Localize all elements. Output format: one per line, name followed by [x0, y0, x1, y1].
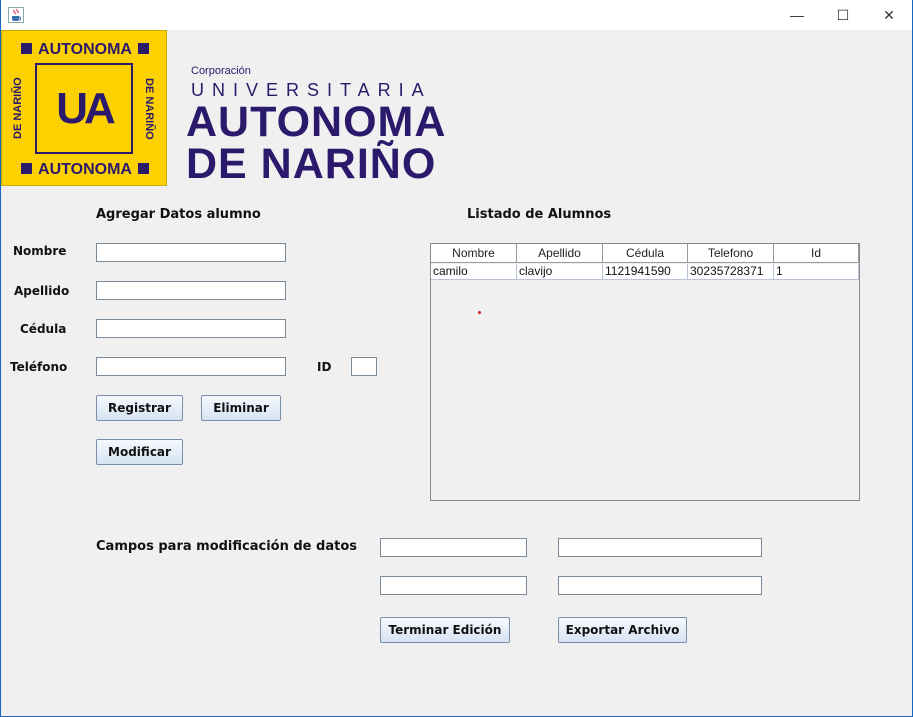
minimize-button[interactable]: — [774, 0, 820, 30]
red-marker-dot [478, 311, 481, 314]
apellido-input[interactable] [96, 281, 286, 300]
column-header-nombre[interactable]: Nombre [431, 244, 517, 263]
cell-nombre[interactable]: camilo [431, 264, 517, 280]
brand-narino: DE NARIÑO [186, 140, 437, 188]
brand-corporacion: Corporación [191, 65, 251, 77]
apellido-label: Apellido [14, 284, 70, 298]
column-header-cedula[interactable]: Cédula [603, 244, 688, 263]
terminar-edicion-button[interactable]: Terminar Edición [380, 617, 510, 643]
id-input[interactable] [351, 357, 377, 376]
add-form-title: Agregar Datos alumno [96, 207, 261, 222]
edit-field-3[interactable] [380, 576, 527, 595]
cedula-label: Cédula [20, 322, 67, 336]
cell-cedula[interactable]: 1121941590 [603, 264, 688, 280]
nombre-input[interactable] [96, 243, 286, 262]
id-label: ID [317, 360, 332, 374]
logo-top-label: AUTONOMA [2, 41, 168, 59]
telefono-label: Teléfono [10, 360, 68, 374]
exportar-archivo-button[interactable]: Exportar Archivo [558, 617, 687, 643]
column-header-apellido[interactable]: Apellido [517, 244, 603, 263]
students-table[interactable]: Nombre Apellido Cédula Telefono Id camil… [430, 243, 860, 501]
cedula-input[interactable] [96, 319, 286, 338]
edit-field-1[interactable] [380, 538, 527, 557]
column-header-telefono[interactable]: Telefono [688, 244, 774, 263]
logo-bottom-label: AUTONOMA [2, 161, 168, 179]
column-header-id[interactable]: Id [774, 244, 859, 263]
maximize-button[interactable]: ☐ [820, 0, 866, 30]
edit-field-4[interactable] [558, 576, 762, 595]
table-row[interactable]: camilo clavijo 1121941590 30235728371 1 [431, 264, 859, 280]
list-title: Listado de Alumnos [467, 207, 612, 222]
edit-section-title: Campos para modificación de datos [96, 539, 357, 554]
logo-left-label: DE NARIÑO [12, 77, 24, 140]
university-logo: AUTONOMA DE NARIÑO DE NARIÑO UA AUTONOMA [1, 30, 167, 186]
modificar-button[interactable]: Modificar [96, 439, 183, 465]
telefono-input[interactable] [96, 357, 286, 376]
app-window: — ☐ ✕ AUTONOMA DE NARIÑO DE NARIÑO UA AU… [1, 0, 912, 717]
close-button[interactable]: ✕ [866, 0, 912, 30]
table-header: Nombre Apellido Cédula Telefono Id [431, 244, 859, 264]
edit-field-2[interactable] [558, 538, 762, 557]
title-bar: — ☐ ✕ [1, 0, 912, 30]
eliminar-button[interactable]: Eliminar [201, 395, 281, 421]
registrar-button[interactable]: Registrar [96, 395, 183, 421]
nombre-label: Nombre [13, 244, 67, 258]
cell-id[interactable]: 1 [774, 264, 859, 280]
cell-telefono[interactable]: 30235728371 [688, 264, 774, 280]
java-cup-icon [8, 7, 24, 23]
cell-apellido[interactable]: clavijo [517, 264, 603, 280]
logo-monogram: UA [35, 63, 133, 154]
logo-right-label: DE NARIÑO [143, 77, 155, 140]
